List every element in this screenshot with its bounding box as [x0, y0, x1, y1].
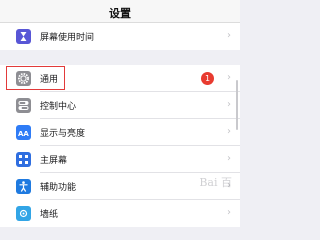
switches-icon [16, 98, 31, 113]
chevron-right-icon: › [227, 153, 231, 164]
chevron-right-icon: › [227, 99, 231, 110]
notification-badge: 1 [201, 72, 214, 85]
settings-row-home-screen[interactable]: 主屏幕 › [0, 146, 240, 173]
settings-group-screen-time: 屏幕使用时间 › [0, 23, 240, 50]
page-title: 设置 [109, 7, 131, 20]
settings-row-label: 辅助功能 [40, 183, 77, 193]
accessibility-icon [16, 179, 31, 194]
chevron-right-icon: › [227, 72, 231, 83]
settings-row-label: 主屏幕 [40, 156, 68, 166]
settings-row-label: 显示与亮度 [40, 129, 86, 139]
wallpaper-icon [16, 206, 31, 221]
chevron-right-icon: › [227, 30, 231, 41]
chevron-right-icon: › [227, 126, 231, 137]
settings-row-label: 墙纸 [40, 210, 59, 220]
settings-row-label: 屏幕使用时间 [40, 33, 95, 43]
settings-row-label: 控制中心 [40, 102, 77, 112]
highlight-box [6, 66, 65, 90]
hourglass-icon [16, 29, 31, 44]
chevron-right-icon: › [227, 207, 231, 218]
scrollbar[interactable] [236, 80, 238, 130]
watermark: Bai 百 [199, 176, 232, 189]
settings-row-display-brightness[interactable]: AA 显示与亮度 › [0, 119, 240, 146]
settings-row-screen-time[interactable]: 屏幕使用时间 › [0, 23, 240, 50]
svg-text:AA: AA [18, 130, 29, 138]
settings-row-wallpaper[interactable]: 墙纸 › [0, 200, 240, 227]
settings-row-control-center[interactable]: 控制中心 › [0, 92, 240, 119]
text-size-icon: AA [16, 125, 31, 140]
navigation-bar: 设置 [0, 0, 240, 23]
home-grid-icon [16, 152, 31, 167]
